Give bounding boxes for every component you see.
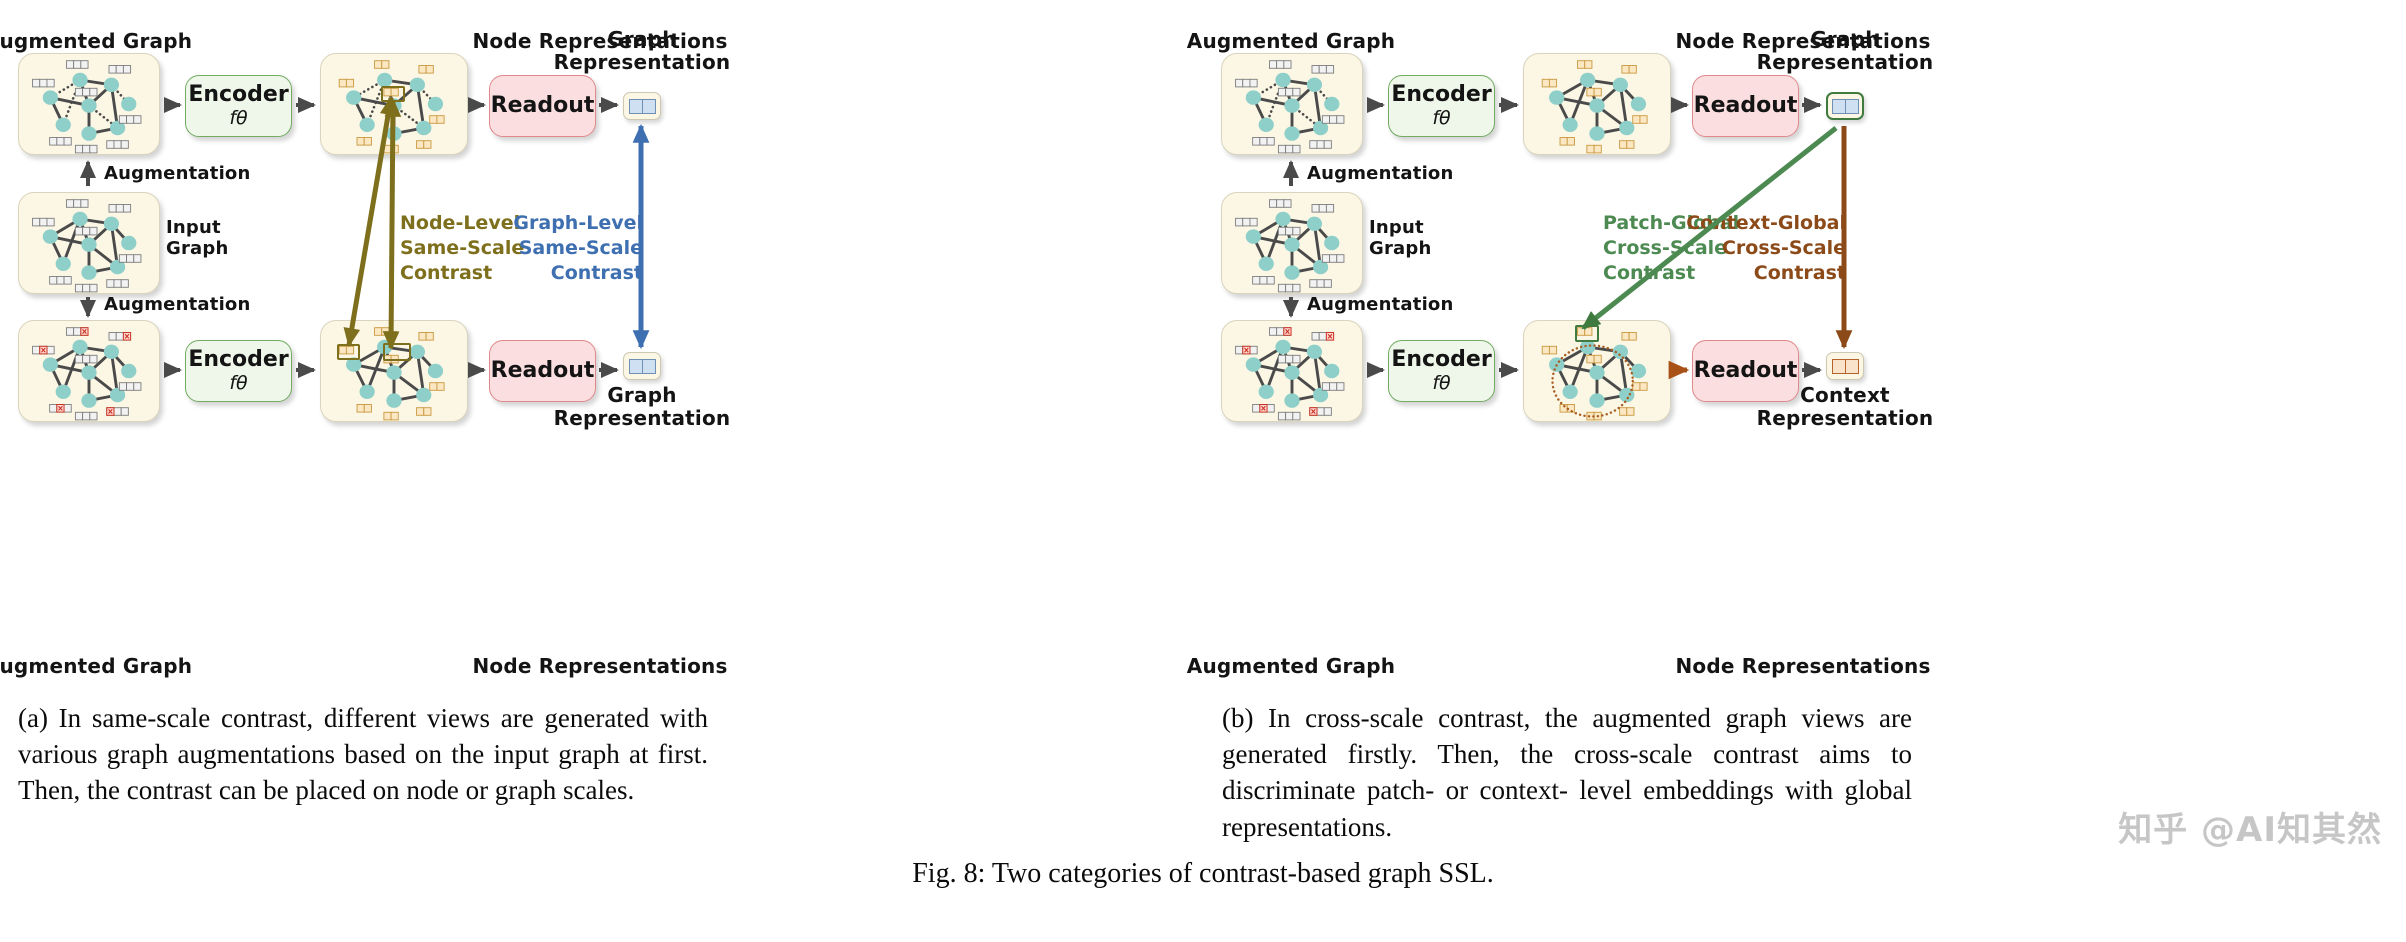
panel-a-graph-representation-top: [623, 92, 661, 120]
feature-vector-context: [1832, 358, 1859, 374]
panel-b-encoder-top-sub: fθ: [1432, 106, 1451, 129]
panel-a-encoder-top[interactable]: Encoder fθ: [185, 75, 292, 137]
panel-b-readout-top[interactable]: Readout: [1692, 75, 1799, 137]
panel-b-encoder-top[interactable]: Encoder fθ: [1388, 75, 1495, 137]
panel-a-bottom-graph-title: Augmented Graph: [0, 654, 193, 678]
panel-b-context-global-contrast-label: Context-Global Cross-Scale Contrast: [1686, 212, 1846, 285]
panel-a-encoder-top-label: Encoder: [188, 82, 289, 108]
panel-b-augmentation-down-label: Augmentation: [1307, 294, 1454, 315]
panel-a-input-graph: [18, 192, 160, 294]
panel-b-bottom-noderep-title: Node Representations: [1675, 654, 1931, 678]
panel-a-graph-rep-bottom-label: Graph Representation: [553, 383, 731, 430]
panel-b-augmentation-up-label: Augmentation: [1307, 163, 1454, 184]
feature-vector-blue: [629, 358, 656, 374]
panel-a-augmentation-up-label: Augmentation: [104, 163, 251, 184]
panel-b-context-rep-bottom-label: Context Representation: [1756, 383, 1934, 430]
panel-a-encoder-bottom-label: Encoder: [188, 347, 289, 373]
caption-a: (a) In same-scale contrast, different vi…: [18, 703, 708, 806]
panel-b-encoder-bottom-sub: fθ: [1432, 371, 1451, 394]
panel-b-readout-bottom-label: Readout: [1693, 357, 1798, 383]
highlighted-embedding: [336, 343, 361, 361]
panel-b-encoder-bottom-label: Encoder: [1391, 347, 1492, 373]
feature-vector-blue: [629, 98, 656, 114]
highlighted-embedding: [383, 343, 411, 361]
panel-a-node-level-contrast-label: Node-Level Same-Scale Contrast: [400, 212, 525, 285]
panel-b-readout-top-label: Readout: [1693, 92, 1798, 118]
highlighted-embedding: [381, 85, 405, 103]
feature-vector-blue: [1832, 98, 1859, 114]
panel-a-connectors: [80, 95, 650, 378]
panel-a-augmented-graph-top: [18, 53, 160, 155]
panel-b-node-representations-top: [1523, 53, 1671, 155]
panel-a-augmented-graph-bottom: [18, 320, 160, 422]
panel-a-readout-bottom-label: Readout: [490, 357, 595, 383]
panel-b-augmented-graph-bottom: [1221, 320, 1363, 422]
panel-b-input-graph-label: Input Graph: [1369, 217, 1432, 259]
panel-b-encoder-top-label: Encoder: [1391, 82, 1492, 108]
panel-a-bottom-noderep-title: Node Representations: [472, 654, 728, 678]
figure-caption: Fig. 8: Two categories of contrast-based…: [912, 858, 1494, 889]
panel-a-input-graph-label: Input Graph: [166, 217, 229, 259]
panel-a-graph-rep-top-label: Graph Representation: [553, 27, 731, 74]
caption-b: (b) In cross-scale contrast, the augment…: [1222, 703, 1912, 842]
panel-a-same-scale-contrast: Augmented Graph Node Representations Aug…: [0, 0, 1203, 690]
figure-root: Augmented Graph Node Representations Aug…: [0, 0, 2406, 942]
panel-b-graph-representation-top: [1826, 92, 1864, 120]
panel-a-encoder-bottom-sub: fθ: [229, 371, 248, 394]
panel-b-top-graph-title: Augmented Graph: [1186, 29, 1396, 53]
panel-b-cross-scale-contrast: Augmented Graph Node Representations Aug…: [1187, 0, 2406, 690]
panel-a-graph-level-contrast-label: Graph-Level Same-Scale Contrast: [513, 212, 643, 285]
panel-b-graph-rep-top-label: Graph Representation: [1756, 27, 1934, 74]
panel-a-node-representations-top: [320, 53, 468, 155]
panel-b-context-representation-bottom: [1826, 352, 1864, 380]
panel-b-node-representations-bottom: [1523, 320, 1671, 422]
panel-a-encoder-bottom[interactable]: Encoder fθ: [185, 340, 292, 402]
panel-b-bottom-graph-title: Augmented Graph: [1186, 654, 1396, 678]
panel-b-connectors: [1283, 97, 1853, 380]
panel-a-top-graph-title: Augmented Graph: [0, 29, 193, 53]
panel-a-readout-top[interactable]: Readout: [489, 75, 596, 137]
watermark: 知乎 @AI知其然: [2118, 810, 2382, 850]
highlighted-embedding: [1574, 325, 1599, 342]
panel-a-encoder-top-sub: fθ: [229, 106, 248, 129]
panel-a-readout-top-label: Readout: [490, 92, 595, 118]
panel-a-node-representations-bottom: [320, 320, 468, 422]
panel-b-input-graph: [1221, 192, 1363, 294]
panel-a-augmentation-down-label: Augmentation: [104, 294, 251, 315]
panel-b-augmented-graph-top: [1221, 53, 1363, 155]
panel-b-encoder-bottom[interactable]: Encoder fθ: [1388, 340, 1495, 402]
panel-a-graph-representation-bottom: [623, 352, 661, 380]
